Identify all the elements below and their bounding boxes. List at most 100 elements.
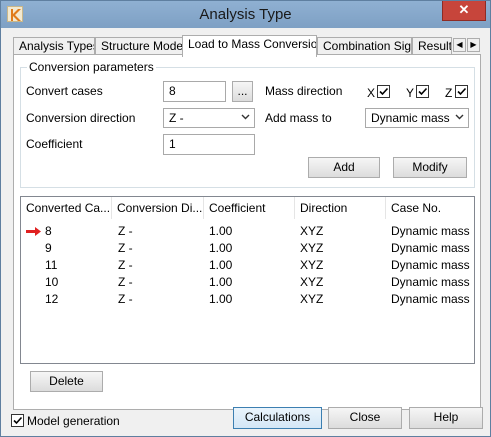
cell-direction: XYZ xyxy=(300,275,324,289)
tab-label: Combination Sign xyxy=(323,39,412,53)
close-icon: ✕ xyxy=(458,2,470,17)
cell-case-no: Dynamic mass xyxy=(391,292,470,306)
browse-cases-button[interactable]: ... xyxy=(232,81,253,102)
conversion-parameters-group: Conversion parameters Convert cases 8 ..… xyxy=(20,60,475,188)
chevron-right-icon: ▶ xyxy=(470,40,477,49)
close-button-label: Close xyxy=(349,410,381,424)
cell-direction: XYZ xyxy=(300,292,324,306)
list-header: Converted Ca... Conversion Di... Coeffic… xyxy=(21,197,474,219)
delete-button[interactable]: Delete xyxy=(30,371,103,392)
tab-scroll-right[interactable]: ▶ xyxy=(467,38,480,52)
mass-x-checkbox[interactable] xyxy=(377,85,390,98)
help-button[interactable]: Help xyxy=(409,407,483,429)
tab-scroll-left[interactable]: ◀ xyxy=(453,38,466,52)
modify-button[interactable]: Modify xyxy=(393,157,467,178)
checkmark-icon xyxy=(13,416,23,425)
cell-conversion-direction: Z - xyxy=(118,224,133,238)
column-title: Converted Ca... xyxy=(26,201,111,215)
cell-conversion-direction: Z - xyxy=(118,258,133,272)
column-header-coefficient[interactable]: Coefficient xyxy=(204,197,295,219)
close-window-button[interactable]: ✕ xyxy=(442,1,486,21)
coefficient-input[interactable]: 1 xyxy=(163,134,255,155)
close-button[interactable]: Close xyxy=(328,407,402,429)
delete-button-label: Delete xyxy=(49,374,84,388)
chevron-down-icon xyxy=(455,114,464,120)
tab-label: Structure Model xyxy=(101,39,183,53)
conversion-direction-label: Conversion direction xyxy=(26,111,136,125)
cell-converted-case: 8 xyxy=(45,224,52,238)
mass-direction-label: Mass direction xyxy=(265,84,343,98)
cell-coefficient: 1.00 xyxy=(209,241,233,255)
cell-case-no: Dynamic mass xyxy=(391,258,470,272)
cell-converted-case: 12 xyxy=(45,292,59,306)
add-mass-to-label: Add mass to xyxy=(265,111,332,125)
column-title: Conversion Di... xyxy=(117,201,203,215)
model-generation-checkbox[interactable] xyxy=(11,414,24,427)
column-title: Coefficient xyxy=(209,201,266,215)
checkmark-icon xyxy=(418,87,428,96)
table-row[interactable]: 11 Z - 1.00 XYZ Dynamic mass xyxy=(21,257,474,274)
table-row[interactable]: 12 Z - 1.00 XYZ Dynamic mass xyxy=(21,291,474,308)
chevron-down-icon xyxy=(241,114,250,120)
tab-label: Result I xyxy=(418,39,452,53)
cell-direction: XYZ xyxy=(300,224,324,238)
cell-conversion-direction: Z - xyxy=(118,275,133,289)
table-row[interactable]: 9 Z - 1.00 XYZ Dynamic mass xyxy=(21,240,474,257)
analysis-type-window: Analysis Type ✕ Analysis Types Structure… xyxy=(0,0,491,437)
coefficient-value: 1 xyxy=(169,137,176,151)
window-title: Analysis Type xyxy=(199,6,292,23)
mass-y-checkbox[interactable] xyxy=(416,85,429,98)
cell-case-no: Dynamic mass xyxy=(391,275,470,289)
model-generation-label: Model generation xyxy=(27,414,120,428)
coefficient-label: Coefficient xyxy=(26,137,83,151)
group-title: Conversion parameters xyxy=(27,60,156,74)
column-header-conversion-direction[interactable]: Conversion Di... xyxy=(112,197,204,219)
column-title: Direction xyxy=(300,201,348,215)
cell-coefficient: 1.00 xyxy=(209,292,233,306)
convert-cases-input[interactable]: 8 xyxy=(163,81,226,102)
mass-z-checkbox[interactable] xyxy=(455,85,468,98)
help-button-label: Help xyxy=(433,410,459,424)
conversion-direction-select[interactable]: Z - xyxy=(163,108,255,128)
cell-case-no: Dynamic mass xyxy=(391,241,470,255)
cell-conversion-direction: Z - xyxy=(118,241,133,255)
add-mass-to-select[interactable]: Dynamic mass xyxy=(365,108,469,128)
cell-direction: XYZ xyxy=(300,258,324,272)
cell-coefficient: 1.00 xyxy=(209,275,233,289)
column-header-converted-cases[interactable]: Converted Ca... xyxy=(21,197,112,219)
cell-converted-case: 10 xyxy=(45,275,59,289)
column-title: Case No. xyxy=(391,201,442,215)
mass-y-label: Y xyxy=(406,86,415,100)
mass-x-label: X xyxy=(367,86,376,100)
browse-label: ... xyxy=(237,84,248,98)
cell-coefficient: 1.00 xyxy=(209,224,233,238)
cell-converted-case: 9 xyxy=(45,241,52,255)
add-mass-to-value: Dynamic mass xyxy=(371,111,450,125)
cell-direction: XYZ xyxy=(300,241,324,255)
table-row[interactable]: 8 Z - 1.00 XYZ Dynamic mass xyxy=(21,223,474,240)
chevron-left-icon: ◀ xyxy=(456,40,463,49)
calculations-button-label: Calculations xyxy=(244,410,311,424)
column-header-direction[interactable]: Direction xyxy=(295,197,386,219)
add-button[interactable]: Add xyxy=(308,157,380,178)
tab-panel: Conversion parameters Convert cases 8 ..… xyxy=(13,54,481,410)
cell-conversion-direction: Z - xyxy=(118,292,133,306)
tab-strip: Analysis Types Structure Model Load to M… xyxy=(13,35,481,57)
title-bar[interactable]: Analysis Type ✕ xyxy=(1,1,490,28)
calculations-button[interactable]: Calculations xyxy=(233,407,322,429)
add-button-label: Add xyxy=(333,160,355,174)
checkmark-icon xyxy=(379,87,389,96)
red-arrow-icon xyxy=(26,227,41,236)
mass-z-label: Z xyxy=(445,86,453,100)
converted-cases-list[interactable]: Converted Ca... Conversion Di... Coeffic… xyxy=(20,196,475,364)
checkmark-icon xyxy=(457,87,467,96)
table-row[interactable]: 10 Z - 1.00 XYZ Dynamic mass xyxy=(21,274,474,291)
tab-label: Load to Mass Conversion xyxy=(188,37,317,51)
conversion-direction-value: Z - xyxy=(169,111,184,125)
cell-coefficient: 1.00 xyxy=(209,258,233,272)
modify-button-label: Modify xyxy=(412,160,448,174)
cell-case-no: Dynamic mass xyxy=(391,224,470,238)
convert-cases-value: 8 xyxy=(169,84,176,98)
column-header-case-no[interactable]: Case No. xyxy=(386,197,474,219)
tab-load-to-mass-conversion[interactable]: Load to Mass Conversion xyxy=(182,35,317,57)
